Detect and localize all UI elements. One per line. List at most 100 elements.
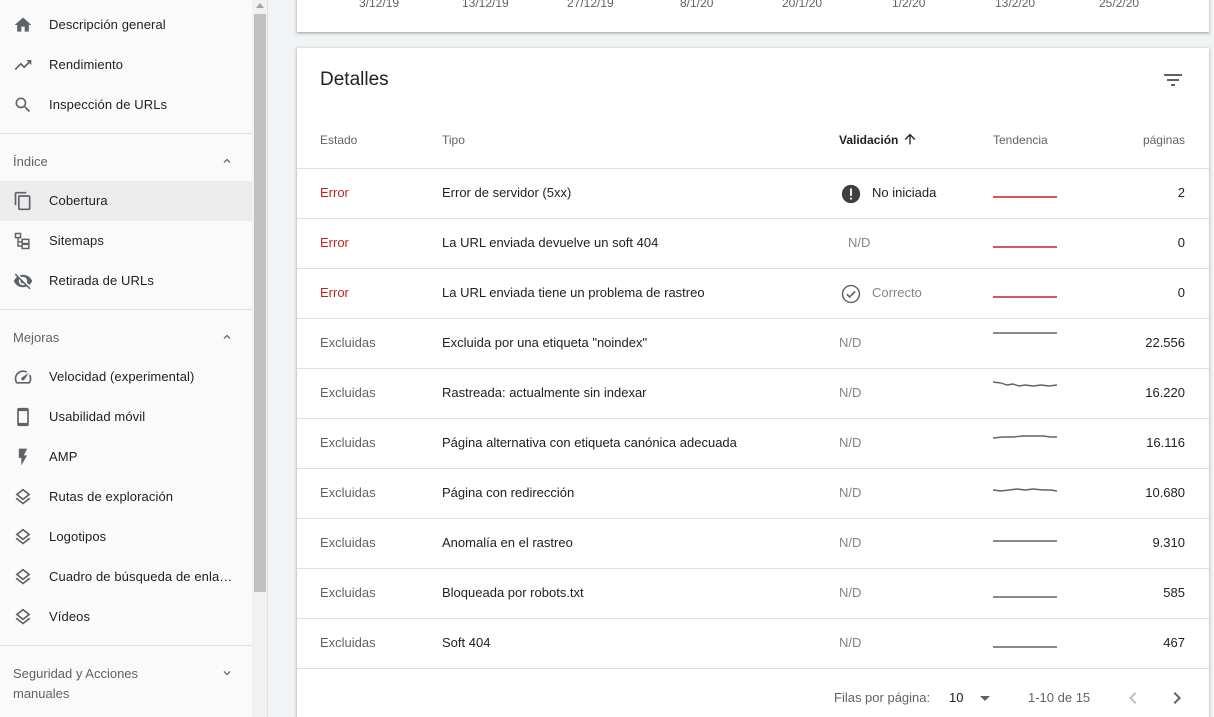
table-row[interactable]: Excluidas Soft 404 N/D 467 — [297, 619, 1209, 669]
validation-cell: N/D — [839, 335, 862, 350]
table-row[interactable]: Excluidas Rastreada: actualmente sin inde… — [297, 369, 1209, 419]
table-row[interactable]: Excluidas Anomalía en el rastreo N/D 9.310 — [297, 519, 1209, 569]
filter-icon[interactable] — [1161, 68, 1185, 92]
sidebar-item-cobertura[interactable]: Cobertura — [0, 181, 252, 221]
sort-arrow-up-icon[interactable] — [902, 131, 918, 147]
table-row[interactable]: Error La URL enviada devuelve un soft 404… — [297, 219, 1209, 269]
table-row[interactable]: Excluidas Bloqueada por robots.txt N/D 585 — [297, 569, 1209, 619]
sidebar-item-inspeccion-urls[interactable]: Inspección de URLs — [0, 85, 252, 125]
table-row[interactable]: Excluidas Excluida por una etiqueta "noin… — [297, 319, 1209, 369]
sidebar-item-label: Inspección de URLs — [49, 97, 168, 112]
table-row[interactable]: Error Error de servidor (5xx) No iniciada 2 — [297, 169, 1209, 219]
table-row[interactable]: Excluidas Página con redirección N/D 10.680 — [297, 469, 1209, 519]
scrollbar-thumb[interactable] — [254, 14, 266, 592]
trend-sparkline — [993, 646, 1057, 648]
layers-icon — [13, 527, 33, 547]
speedometer-icon — [13, 367, 33, 387]
next-page-icon[interactable] — [1165, 686, 1189, 710]
section-header-mejoras[interactable]: Mejoras — [0, 317, 252, 357]
status-cell: Error — [320, 285, 349, 300]
previous-page-icon[interactable] — [1121, 686, 1145, 710]
sidebar-item-amp[interactable]: AMP — [0, 437, 252, 477]
table-row[interactable]: Error La URL enviada tiene un problema de… — [297, 269, 1209, 319]
type-cell: Excluida por una etiqueta "noindex" — [442, 335, 648, 350]
column-header-tipo[interactable]: Tipo — [442, 133, 465, 147]
sidebar-item-retirada-urls[interactable]: Retirada de URLs — [0, 261, 252, 301]
check-circle-icon — [841, 284, 861, 304]
trending-up-icon — [13, 55, 33, 75]
chevron-down-icon — [223, 671, 231, 676]
type-cell: La URL enviada devuelve un soft 404 — [442, 235, 659, 250]
sidebar-item-label: Vídeos — [49, 609, 91, 624]
validation-cell: N/D — [848, 235, 871, 250]
chevron-up-icon — [223, 158, 231, 163]
x-axis-tick: 27/12/19 — [567, 0, 614, 10]
x-axis-tick: 8/1/20 — [680, 0, 714, 10]
status-cell: Excluidas — [320, 535, 376, 550]
layers-icon — [13, 567, 33, 587]
pages-cell: 0 — [1177, 285, 1185, 300]
sidebar-item-descripcion-general[interactable]: Descripción general — [0, 5, 252, 45]
table-row[interactable]: Excluidas Página alternativa con etiqueta… — [297, 419, 1209, 469]
column-header-validacion[interactable]: Validación — [839, 133, 898, 147]
sitemap-icon — [13, 231, 33, 251]
type-cell: Anomalía en el rastreo — [442, 535, 573, 550]
pages-cell: 16.220 — [1145, 385, 1185, 400]
validation-cell: No iniciada — [872, 185, 937, 200]
validation-cell: N/D — [839, 385, 862, 400]
sidebar-item-rendimiento[interactable]: Rendimiento — [0, 45, 252, 85]
details-card: Detalles Estado Tipo Validación Tendenci… — [297, 48, 1209, 717]
type-cell: La URL enviada tiene un problema de rast… — [442, 285, 705, 300]
column-header-paginas[interactable]: páginas — [1143, 133, 1185, 147]
sidebar-item-label: Usabilidad móvil — [49, 409, 146, 424]
section-title: Índice — [13, 154, 48, 169]
x-axis-tick: 25/2/20 — [1099, 0, 1140, 10]
column-header-estado[interactable]: Estado — [320, 133, 357, 147]
sidebar-item-label: Velocidad (experimental) — [49, 369, 195, 384]
validation-cell: N/D — [839, 485, 862, 500]
status-cell: Excluidas — [320, 585, 376, 600]
dropdown-caret-icon[interactable] — [980, 696, 990, 701]
trend-sparkline — [993, 596, 1057, 598]
sidebar-item-label: AMP — [49, 449, 78, 464]
status-cell: Error — [320, 185, 349, 200]
x-axis-tick: 20/1/20 — [782, 0, 823, 10]
home-icon — [13, 15, 33, 35]
copy-icon — [13, 191, 33, 211]
x-axis-tick: 3/12/19 — [359, 0, 400, 10]
search-icon — [13, 95, 33, 115]
scroll-up-arrow-icon[interactable] — [256, 3, 264, 8]
x-axis-tick: 1/2/20 — [892, 0, 926, 10]
validation-cell: N/D — [839, 535, 862, 550]
status-cell: Excluidas — [320, 435, 376, 450]
sidebar-item-videos[interactable]: Vídeos — [0, 597, 252, 637]
sidebar-item-label: Retirada de URLs — [49, 273, 154, 288]
sidebar-item-label: Descripción general — [49, 17, 166, 32]
sidebar-item-rutas-exploracion[interactable]: Rutas de exploración — [0, 477, 252, 517]
section-title: Mejoras — [13, 330, 60, 345]
sidebar-item-label: Cobertura — [49, 193, 108, 208]
smartphone-icon — [13, 407, 33, 427]
type-cell: Soft 404 — [442, 635, 491, 650]
sidebar-item-logotipos[interactable]: Logotipos — [0, 517, 252, 557]
type-cell: Página con redirección — [442, 485, 575, 500]
type-cell: Error de servidor (5xx) — [442, 185, 572, 200]
section-header-seguridad[interactable]: Seguridad y Acciones manuales — [0, 653, 252, 713]
status-cell: Excluidas — [320, 335, 376, 350]
sidebar-item-velocidad[interactable]: Velocidad (experimental) — [0, 357, 252, 397]
validation-cell: N/D — [839, 635, 862, 650]
rows-per-page-select[interactable]: 10 — [949, 690, 963, 705]
pages-cell: 9.310 — [1152, 535, 1185, 550]
sidebar-item-sitemaps[interactable]: Sitemaps — [0, 221, 252, 261]
section-title-line2: manuales — [13, 686, 70, 701]
column-header-tendencia[interactable]: Tendencia — [993, 133, 1048, 147]
trend-sparkline — [993, 540, 1057, 542]
section-header-indice[interactable]: Índice — [0, 141, 252, 181]
sidebar-scrollbar[interactable] — [252, 0, 268, 717]
chevron-up-icon — [223, 334, 231, 339]
pages-cell: 585 — [1163, 585, 1185, 600]
sidebar-item-cuadro-busqueda[interactable]: Cuadro de búsqueda de enla… — [0, 557, 252, 597]
sidebar-item-usabilidad-movil[interactable]: Usabilidad móvil — [0, 397, 252, 437]
sidebar-item-label: Rendimiento — [49, 57, 124, 72]
layers-icon — [13, 487, 33, 507]
